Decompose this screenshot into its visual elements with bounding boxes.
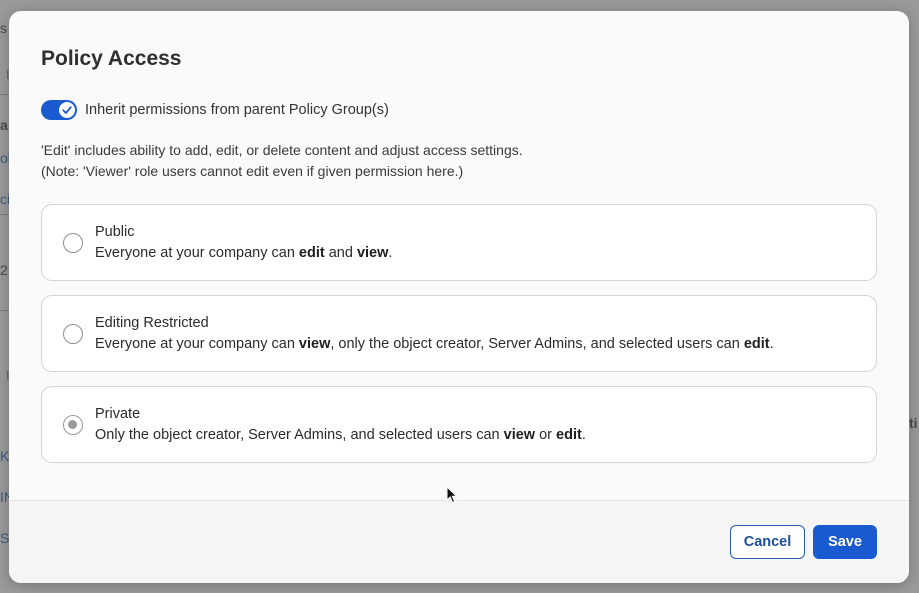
inherit-permissions-row: Inherit permissions from parent Policy G… xyxy=(41,100,389,120)
option-description: Only the object creator, Server Admins, … xyxy=(95,427,586,443)
radio-editing-restricted[interactable] xyxy=(63,324,83,344)
bg-fragment: s xyxy=(0,20,7,36)
check-icon xyxy=(62,106,72,114)
toggle-knob xyxy=(59,102,75,118)
dialog-title: Policy Access xyxy=(41,47,182,70)
option-description: Everyone at your company can edit and vi… xyxy=(95,245,393,261)
option-title: Editing Restricted xyxy=(95,315,209,331)
edit-note: 'Edit' includes ability to add, edit, or… xyxy=(41,140,523,182)
viewer-note-line: (Note: 'Viewer' role users cannot edit e… xyxy=(41,163,464,179)
bg-fragment: 2 xyxy=(0,262,8,278)
policy-access-dialog: Policy Access Inherit permissions from p… xyxy=(9,11,909,583)
option-description: Everyone at your company can view, only … xyxy=(95,336,774,352)
bg-fragment: ti xyxy=(909,415,918,431)
bg-fragment: a xyxy=(0,117,8,133)
inherit-permissions-label: Inherit permissions from parent Policy G… xyxy=(85,102,389,118)
save-button[interactable]: Save xyxy=(813,525,877,559)
bg-fragment: S xyxy=(0,530,10,546)
radio-private[interactable] xyxy=(63,415,83,435)
access-option-private[interactable]: Private Only the object creator, Server … xyxy=(41,386,877,463)
option-title: Private xyxy=(95,406,141,422)
radio-public[interactable] xyxy=(63,233,83,253)
access-option-editing-restricted[interactable]: Editing Restricted Everyone at your comp… xyxy=(41,295,877,372)
cancel-button[interactable]: Cancel xyxy=(730,525,805,559)
access-option-public[interactable]: Public Everyone at your company can edit… xyxy=(41,204,877,281)
mouse-pointer-icon xyxy=(446,486,458,504)
edit-note-line: 'Edit' includes ability to add, edit, or… xyxy=(41,142,523,158)
inherit-permissions-toggle[interactable] xyxy=(41,100,77,120)
bg-fragment: K xyxy=(0,448,10,464)
option-title: Public xyxy=(95,224,135,240)
